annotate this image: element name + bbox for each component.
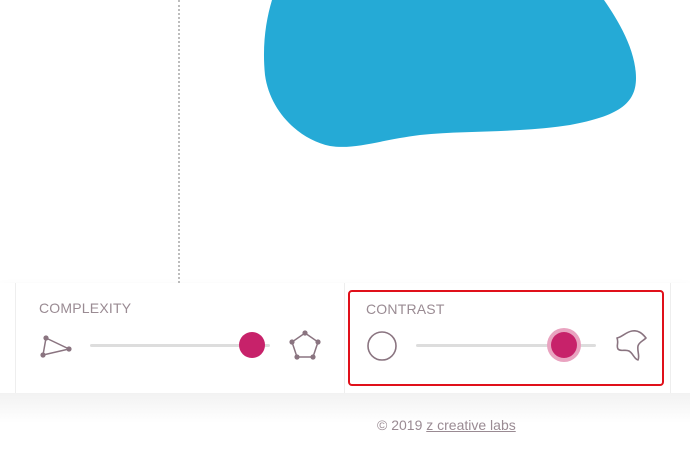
copyright-text: © 2019 bbox=[377, 417, 423, 433]
generated-blob-shape bbox=[263, 0, 636, 147]
contrast-slider-thumb[interactable] bbox=[550, 332, 577, 358]
blob-canvas bbox=[0, 0, 690, 283]
company-link[interactable]: z creative labs bbox=[426, 417, 515, 433]
complexity-slider-thumb[interactable] bbox=[239, 332, 265, 358]
footer: © 2019 z creative labs bbox=[0, 393, 690, 460]
triangle-nodes-icon[interactable] bbox=[39, 333, 73, 359]
footer-copyright: © 2019 z creative labs bbox=[377, 417, 516, 433]
pentagon-nodes-icon[interactable] bbox=[288, 329, 322, 361]
contrast-label: CONTRAST bbox=[366, 301, 445, 317]
controls-bar: COMPLEXITY CONTRAST bbox=[0, 283, 690, 393]
spiky-blob-icon[interactable] bbox=[612, 328, 650, 364]
controls-right-edge bbox=[670, 283, 671, 393]
complexity-panel: COMPLEXITY bbox=[15, 283, 345, 393]
complexity-label: COMPLEXITY bbox=[39, 300, 132, 316]
circle-outline-icon[interactable] bbox=[366, 330, 398, 362]
contrast-panel: CONTRAST bbox=[348, 290, 664, 386]
